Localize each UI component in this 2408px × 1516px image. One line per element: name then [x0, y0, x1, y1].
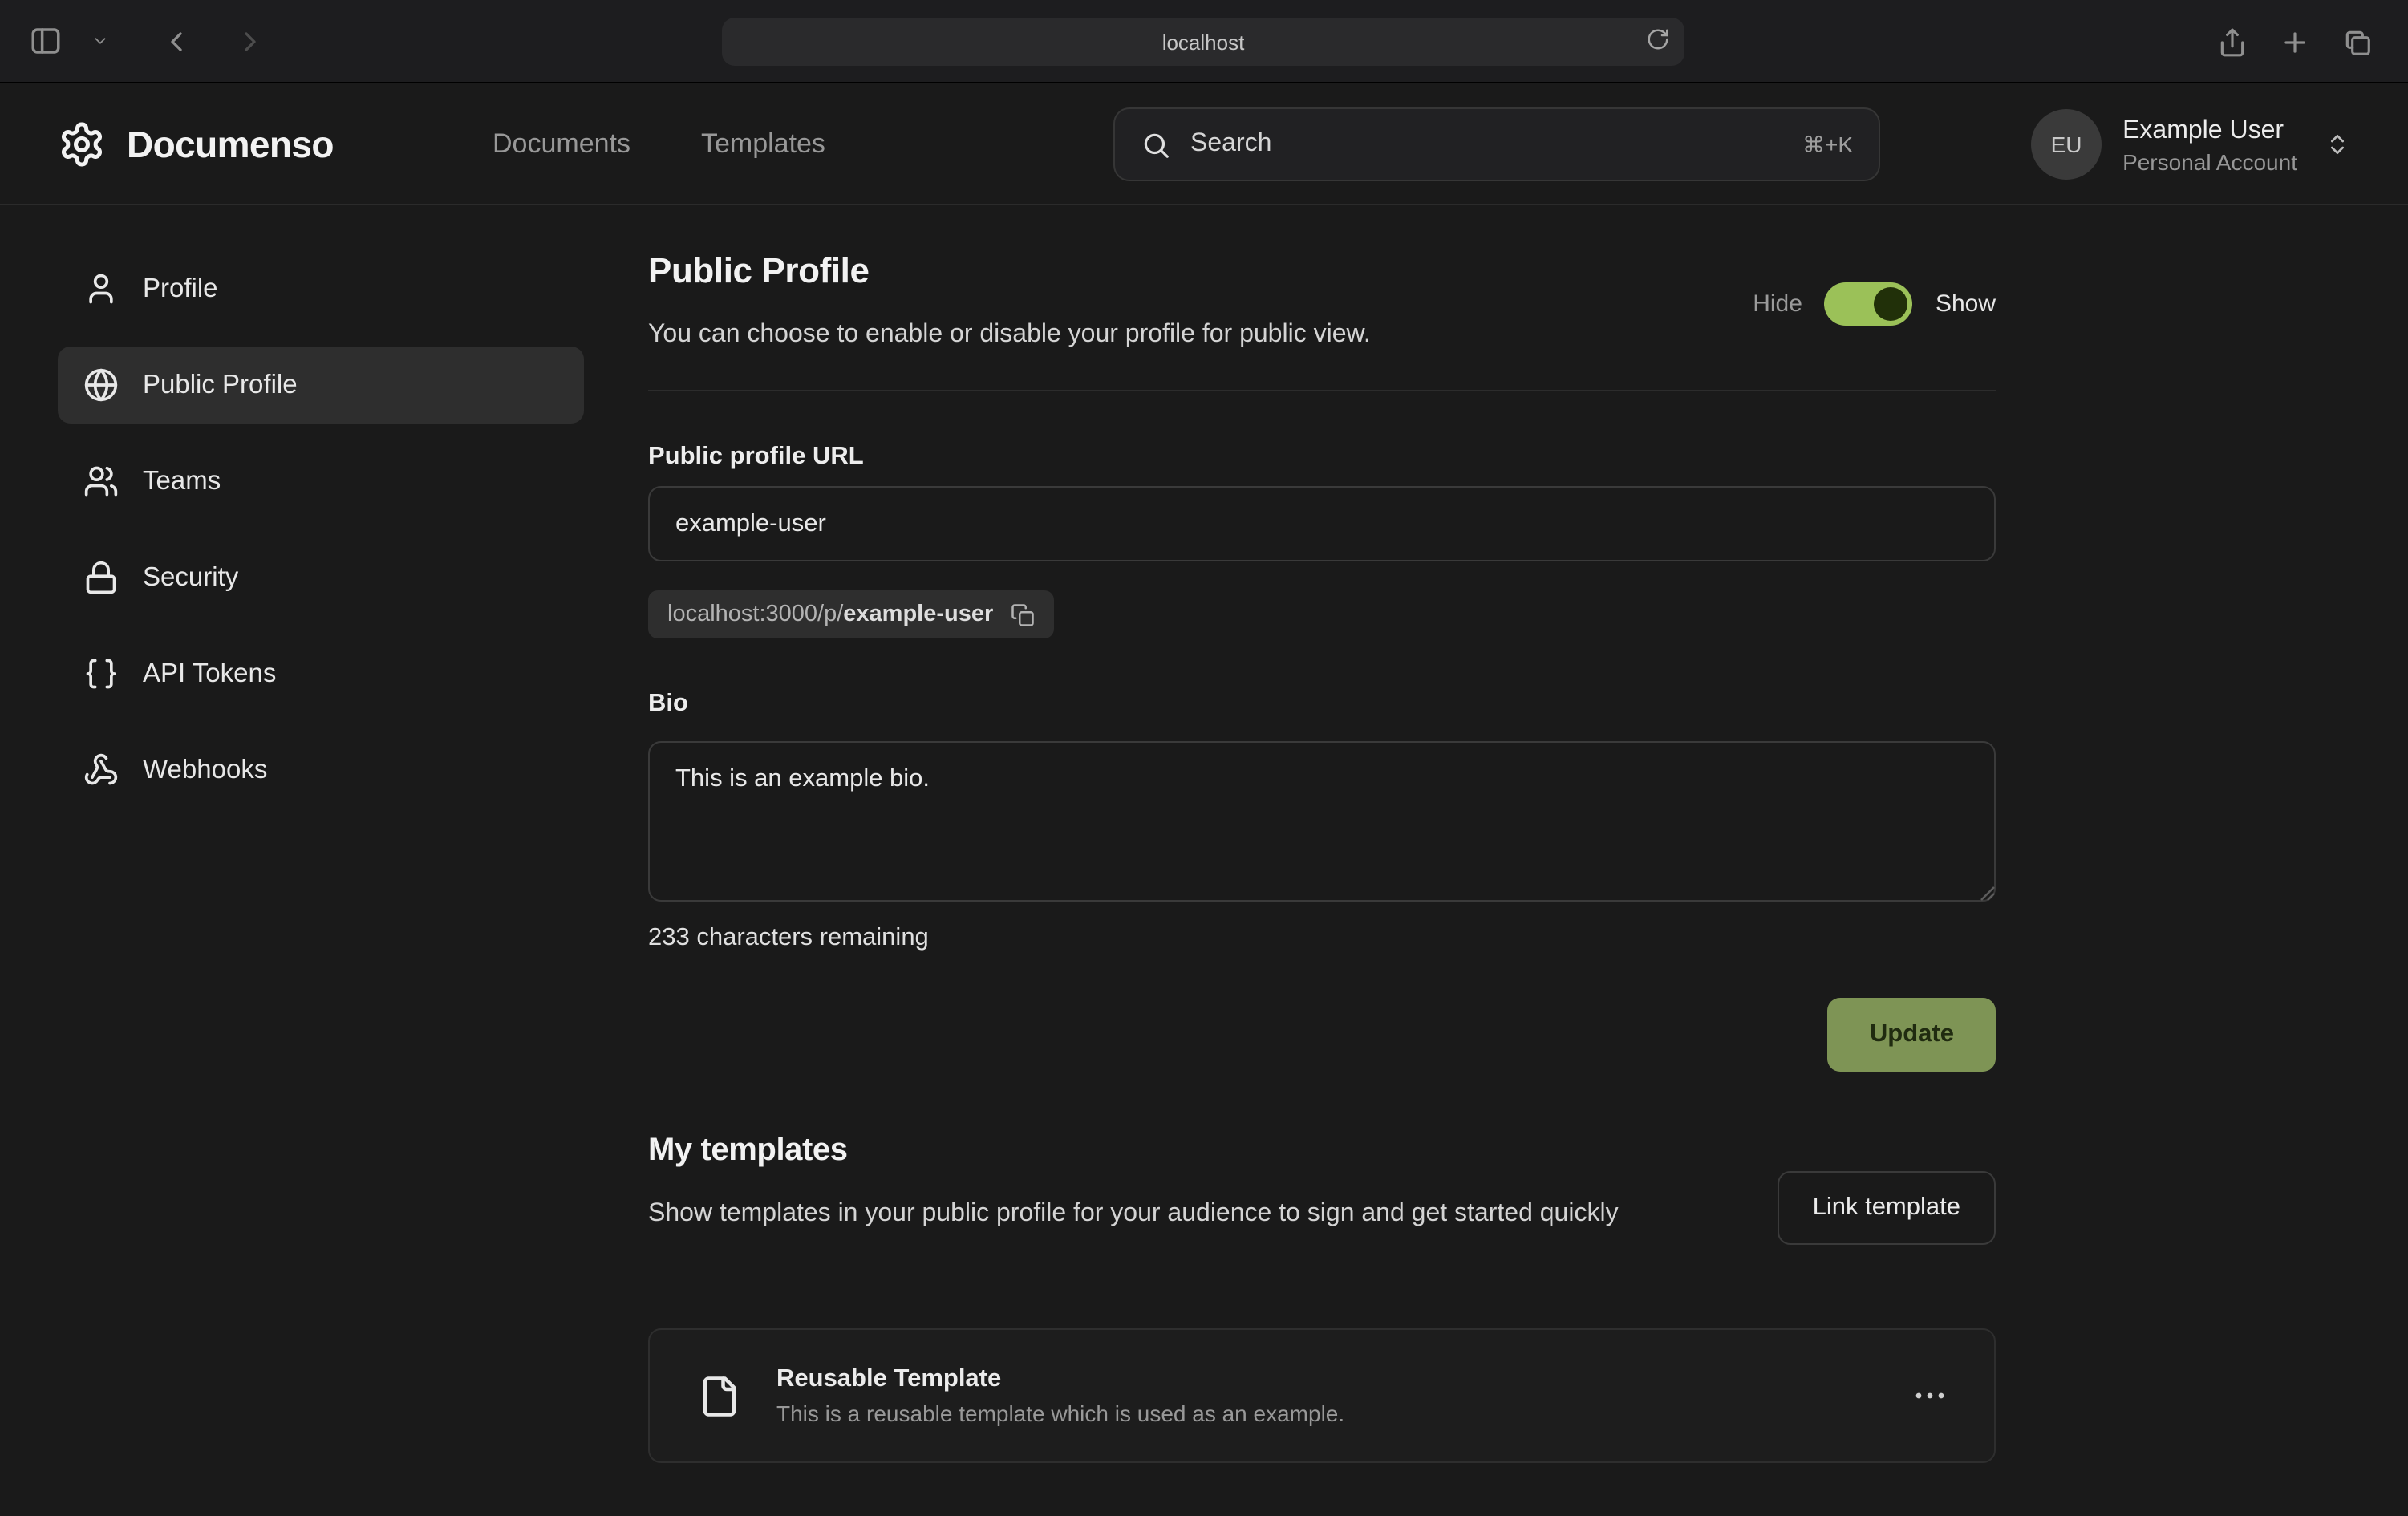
reload-icon[interactable] [1646, 27, 1670, 51]
sidebar-item-label: Webhooks [143, 755, 267, 785]
search-placeholder: Search [1190, 130, 1783, 159]
sidebar-item-label: API Tokens [143, 659, 276, 689]
search-shortcut: ⌘+K [1802, 131, 1853, 158]
template-meta: Reusable Template This is a reusable tem… [776, 1365, 1869, 1426]
webhook-icon [83, 752, 119, 788]
top-nav: Documents Templates [493, 83, 825, 205]
divider [648, 390, 1996, 391]
sidebar-item-api-tokens[interactable]: API Tokens [58, 635, 584, 712]
account-type: Personal Account [2122, 149, 2297, 175]
users-icon [83, 464, 119, 499]
my-templates-title: My templates [648, 1133, 848, 1169]
bio-label: Bio [648, 690, 688, 719]
new-tab-icon[interactable] [2276, 23, 2313, 60]
public-profile-url-input[interactable] [648, 486, 1996, 561]
sidebar-item-teams[interactable]: Teams [58, 443, 584, 520]
chevrons-up-down-icon [2325, 132, 2350, 157]
back-icon[interactable] [157, 22, 196, 60]
file-icon [698, 1374, 741, 1417]
globe-icon [83, 367, 119, 403]
page-title: Public Profile [648, 250, 870, 292]
update-button[interactable]: Update [1828, 998, 1996, 1072]
user-name: Example User [2122, 114, 2297, 148]
lock-icon [83, 560, 119, 595]
chevron-down-icon[interactable] [88, 29, 112, 53]
settings-sidebar: Profile Public Profile Teams Security [58, 250, 584, 828]
sidebar-item-label: Profile [143, 274, 218, 304]
search-icon [1141, 129, 1171, 160]
sidebar-item-label: Public Profile [143, 370, 298, 400]
public-profile-settings: Public Profile You can choose to enable … [648, 205, 1996, 1516]
copy-icon[interactable] [1007, 599, 1038, 630]
profile-url-preview: localhost:3000/p/ example-user [648, 590, 1054, 638]
profile-url-prefix: localhost:3000/p/ [667, 602, 843, 627]
brand-name: Documenso [127, 123, 334, 166]
hide-label: Hide [1753, 290, 1802, 318]
my-templates-description: Show templates in your public profile fo… [648, 1194, 1755, 1235]
nav-templates[interactable]: Templates [701, 128, 825, 160]
sidebar-item-profile[interactable]: Profile [58, 250, 584, 327]
template-name: Reusable Template [776, 1365, 1869, 1394]
ellipsis-menu-icon[interactable] [1904, 1370, 1956, 1421]
sidebar-item-public-profile[interactable]: Public Profile [58, 347, 584, 424]
address-bar[interactable]: localhost [722, 18, 1684, 66]
avatar: EU [2031, 109, 2102, 180]
sidebar-item-label: Teams [143, 466, 221, 497]
public-profile-url-label: Public profile URL [648, 443, 864, 472]
share-icon[interactable] [2214, 23, 2251, 60]
profile-url-slug: example-user [843, 602, 993, 627]
template-list-item[interactable]: Reusable Template This is a reusable tem… [648, 1328, 1996, 1463]
nav-documents[interactable]: Documents [493, 128, 630, 160]
browser-toolbar: localhost [0, 0, 2408, 83]
documenso-logo-icon [58, 120, 106, 168]
brand[interactable]: Documenso [58, 83, 334, 205]
link-template-button[interactable]: Link template [1778, 1171, 1996, 1245]
tab-overview-icon[interactable] [2339, 23, 2376, 60]
address-bar-url: localhost [1162, 30, 1245, 54]
profile-visibility-toggle[interactable] [1825, 282, 1913, 326]
visibility-toggle-group: Hide Show [1753, 282, 1996, 326]
user-icon [83, 271, 119, 306]
account-menu[interactable]: EU Example User Personal Account [2031, 83, 2350, 205]
sidebar-item-webhooks[interactable]: Webhooks [58, 732, 584, 809]
forward-icon[interactable] [231, 22, 270, 60]
bio-textarea[interactable]: This is an example bio. [648, 741, 1996, 902]
template-description: This is a reusable template which is use… [776, 1400, 1869, 1426]
sidebar-item-label: Security [143, 562, 238, 593]
avatar-initials: EU [2051, 132, 2082, 157]
toggle-knob [1875, 287, 1908, 321]
app-body: Profile Public Profile Teams Security [0, 205, 2408, 1516]
safari-window: localhost Documens [0, 0, 2408, 1516]
show-label: Show [1936, 290, 1996, 318]
sidebar-toggle-icon[interactable] [26, 21, 66, 61]
page-subtitle: You can choose to enable or disable your… [648, 321, 1371, 350]
braces-icon [83, 656, 119, 691]
sidebar-item-security[interactable]: Security [58, 539, 584, 616]
search-input[interactable]: Search ⌘+K [1113, 107, 1880, 181]
characters-remaining: 233 characters remaining [648, 924, 929, 953]
app-header: Documenso Documents Templates Search ⌘+K… [0, 83, 2408, 205]
